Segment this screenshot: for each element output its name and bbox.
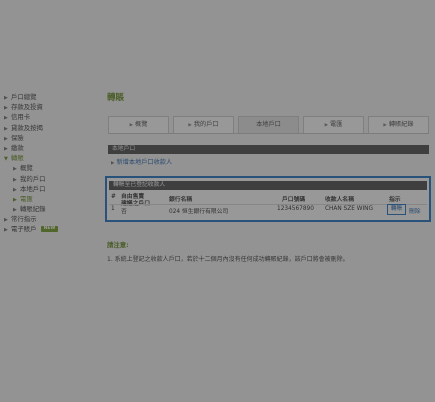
sidebar-item-standing-instructions[interactable]: ▶ 常行指示 — [4, 214, 94, 224]
tab-label: 概覽 — [135, 121, 148, 128]
sidebar-item-label: 電匯 — [20, 194, 33, 203]
sidebar-item-account-overview[interactable]: ▶ 戶口總覽 — [4, 92, 94, 102]
page-title: 轉賬 — [107, 93, 125, 103]
sidebar-nav: ▶ 戶口總覽 ▶ 存款及投資 ▶ 信用卡 ▶ 貸款及按揭 ▶ 保險 ▶ 繳款 ▼ 轉賬 ▶ 概覽… — [4, 92, 94, 235]
tab-label: 我的戶口 — [193, 121, 219, 128]
chevron-right-icon: ▶ — [129, 123, 134, 128]
tab-overview[interactable]: ▶ 概覽 — [108, 116, 169, 133]
tab-label: 本地戶口 — [256, 121, 281, 128]
notes-title: 請注意: — [107, 241, 129, 249]
tab-transfer-history[interactable]: ▶ 轉賬紀錄 — [368, 116, 429, 133]
sidebar-item-transfer[interactable]: ▼ 轉賬 — [4, 153, 94, 163]
row-payee: CHAN SZE WING — [325, 206, 373, 212]
main-content: 轉賬 ▶ 概覽 ▶ 我的戶口 本地戶口 ▶ 電匯 ▶ 轉賬紀錄 本地戶口 ▶ 新增本地戶口… — [105, 92, 431, 263]
chevron-right-icon: ▶ — [188, 123, 192, 128]
sidebar-subitem-local-accounts[interactable]: ▶ 本地戶口 — [4, 184, 94, 194]
sidebar-item-label: 存款及投資 — [11, 103, 43, 112]
column-header-action: 指示 — [389, 197, 401, 203]
tab-label: 電匯 — [330, 121, 343, 128]
sidebar-item-label: 戶口總覽 — [11, 93, 37, 101]
row-account: 1234567890 — [277, 206, 314, 212]
chevron-right-icon: ▶ — [324, 123, 329, 128]
sidebar-item-loans[interactable]: ▶ 貸款及按揭 — [4, 123, 94, 133]
sidebar-item-label: 信用卡 — [11, 113, 31, 122]
sidebar-item-label: 本地戶口 — [20, 184, 46, 193]
chevron-right-icon: ▶ — [13, 166, 17, 173]
row-bank: 024 恒生銀行有限公司 — [169, 209, 229, 215]
column-header-account: 戶口號碼 — [282, 197, 306, 203]
sidebar-item-deposits[interactable]: ▶ 存款及投資 — [4, 102, 94, 112]
column-header-bank: 銀行名稱 — [169, 197, 193, 203]
tab-local-accounts[interactable]: 本地戶口 — [238, 116, 299, 133]
add-payee-link[interactable]: ▶ 新增本地戶口收款人 — [111, 157, 172, 166]
tab-bar: ▶ 概覽 ▶ 我的戶口 本地戶口 ▶ 電匯 ▶ 轉賬紀錄 — [108, 116, 429, 134]
sidebar-subitem-my-accounts[interactable]: ▶ 我的戶口 — [4, 174, 94, 184]
sidebar-item-credit-card[interactable]: ▶ 信用卡 — [4, 112, 94, 122]
chevron-right-icon: ▶ — [383, 123, 387, 128]
delete-link[interactable]: 刪除 — [409, 206, 421, 215]
sidebar-item-insurance[interactable]: ▶ 保險 — [4, 133, 94, 143]
new-badge: NEW — [40, 226, 59, 233]
sidebar-item-label: 我的戶口 — [20, 174, 46, 183]
sidebar-item-e-account[interactable]: ▶ 電子賬戶 NEW — [4, 224, 94, 234]
row-divider — [109, 204, 427, 205]
row-num: 1 — [111, 206, 115, 212]
add-payee-label: 新增本地戶口收款人 — [116, 159, 173, 166]
chevron-right-icon: ▶ — [111, 161, 115, 166]
sidebar-item-label: 繳款 — [11, 143, 24, 152]
sidebar-subitem-overview[interactable]: ▶ 概覽 — [4, 163, 94, 173]
sidebar-item-label: 電子賬戶 — [11, 225, 37, 234]
sidebar-item-bill-payment[interactable]: ▶ 繳款 — [4, 143, 94, 153]
chevron-right-icon: ▶ — [4, 227, 8, 234]
sidebar-item-label: 轉賬 — [11, 154, 24, 163]
sidebar-item-label: 常行指示 — [11, 215, 37, 224]
tab-my-accounts[interactable]: ▶ 我的戶口 — [173, 116, 234, 133]
section-header: 本地戶口 — [108, 145, 429, 154]
tab-label: 轉賬紀錄 — [388, 121, 414, 128]
sidebar-item-label: 保險 — [11, 133, 24, 142]
notes-item: 1. 系統上登記之收款人戶口，若於十二個月內沒有任何成功轉賬紀錄，該戶口將會被刪… — [107, 256, 349, 263]
sidebar-subitem-transfer-history[interactable]: ▶ 轉賬紀錄 — [4, 204, 94, 214]
tab-telegraphic-transfer[interactable]: ▶ 電匯 — [303, 116, 364, 133]
row-registered: 否 — [121, 209, 127, 215]
sidebar-subitem-telegraphic-transfer[interactable]: ▶ 電匯 — [4, 194, 94, 204]
transfer-button[interactable]: 轉賬 — [387, 204, 406, 215]
sidebar-item-label: 概覽 — [20, 164, 33, 173]
notes-section: 請注意: 1. 系統上登記之收款人戶口，若於十二個月內沒有任何成功轉賬紀錄，該戶… — [107, 240, 349, 263]
column-header-num: # — [111, 194, 116, 200]
column-header-payee: 收款人名稱 — [325, 197, 354, 203]
panel-title: 轉賬至已登記收款人 — [109, 181, 427, 190]
sidebar-item-label: 轉賬紀錄 — [20, 205, 46, 214]
sidebar-item-label: 貸款及按揭 — [11, 123, 43, 132]
registered-payees-panel: 轉賬至已登記收款人 # 自由售賣 建議之戶口 銀行名稱 戶口號碼 收款人名稱 指… — [105, 176, 431, 222]
chevron-down-icon: ▼ — [4, 156, 8, 163]
